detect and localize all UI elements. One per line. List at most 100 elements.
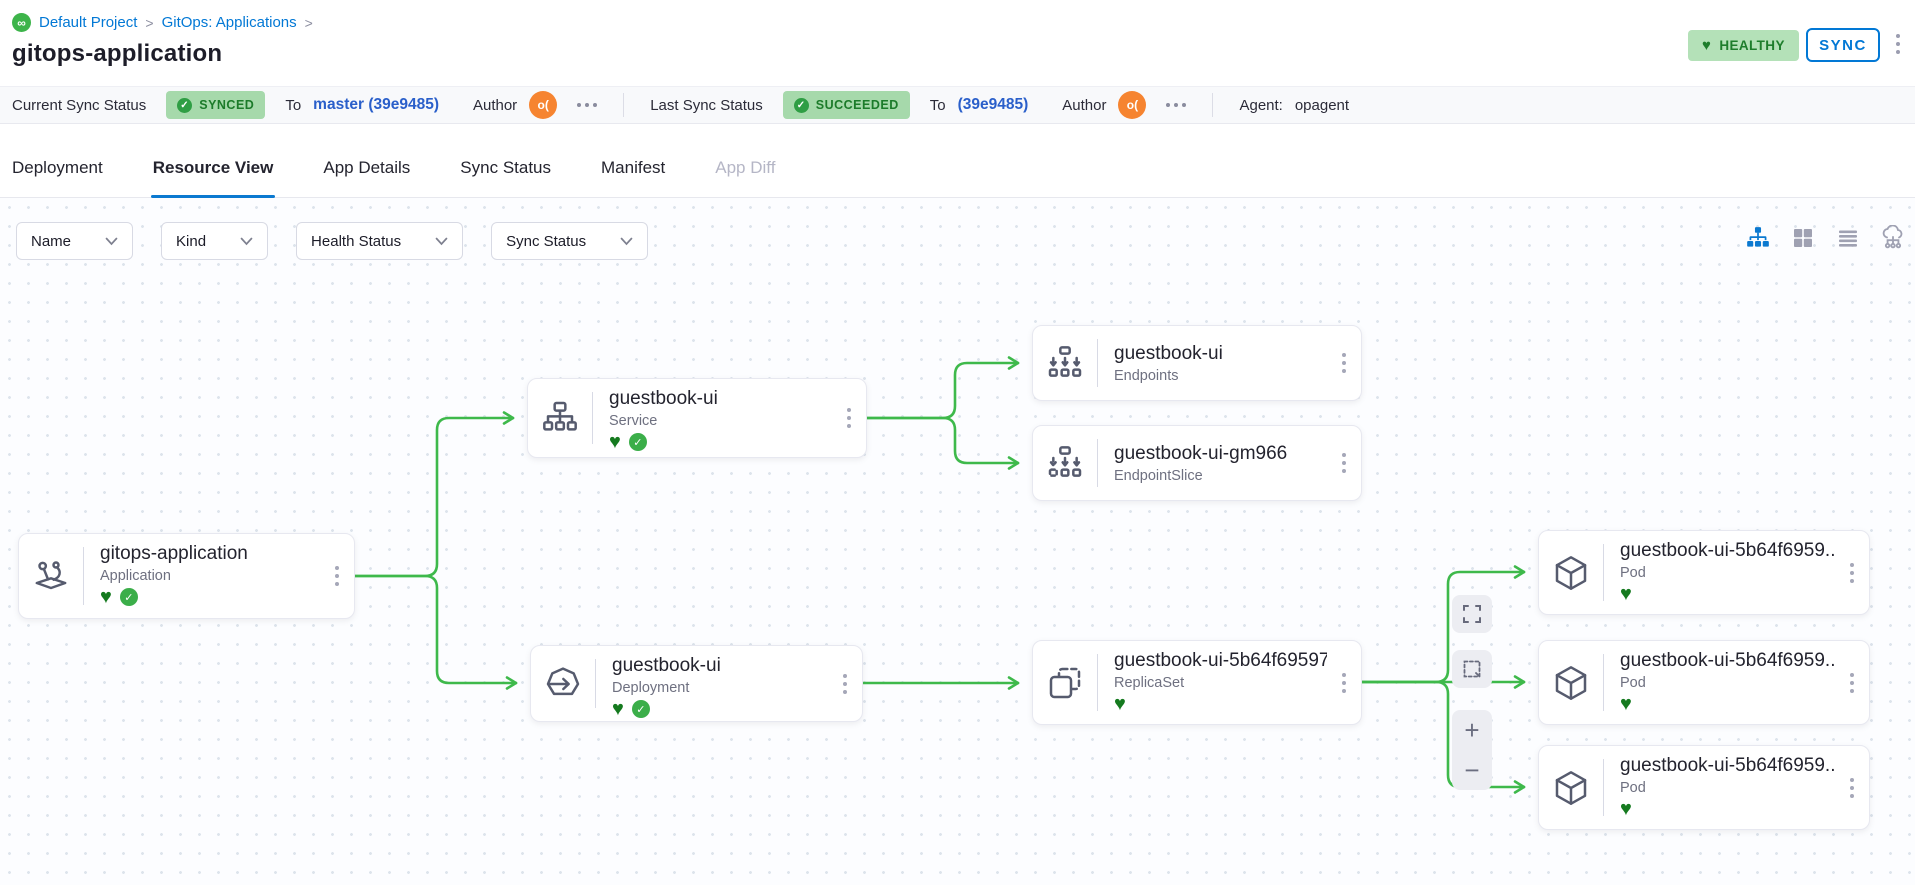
page-title: gitops-application xyxy=(12,40,222,68)
healthy-heart-icon: ♥ xyxy=(1620,584,1632,604)
author-label: Author xyxy=(473,97,517,114)
pod-icon xyxy=(1539,746,1603,829)
resource-tree-canvas[interactable]: NameKindHealth StatusSync Status gitops-… xyxy=(0,198,1915,885)
pod-icon xyxy=(1539,641,1603,724)
node-status-icons: ♥ xyxy=(1620,584,1835,604)
node-more-options-icon[interactable] xyxy=(320,534,354,618)
node-status-icons: ♥✓ xyxy=(612,699,828,719)
healthy-heart-icon: ♥ xyxy=(612,699,624,719)
node-kind: Pod xyxy=(1620,780,1835,796)
divider xyxy=(623,93,624,117)
heart-icon: ♥ xyxy=(1702,37,1711,54)
tree-view-icon[interactable] xyxy=(1744,224,1772,252)
node-title: guestbook-ui-5b64f6959... xyxy=(1620,540,1835,562)
node-kind: Deployment xyxy=(612,680,828,696)
chevron-down-icon xyxy=(435,237,448,246)
node-more-options-icon[interactable] xyxy=(1327,641,1361,724)
chevron-down-icon xyxy=(620,237,633,246)
healthy-heart-icon: ♥ xyxy=(100,587,112,607)
healthy-heart-icon: ♥ xyxy=(1620,799,1632,819)
fit-to-screen-button[interactable] xyxy=(1452,595,1492,633)
resource-node-pod-1[interactable]: guestbook-ui-5b64f6959... Pod ♥ xyxy=(1538,530,1870,615)
filter-kind-dropdown[interactable]: Kind xyxy=(161,222,268,260)
resource-node-pod-3[interactable]: guestbook-ui-5b64f6959... Pod ♥ xyxy=(1538,745,1870,830)
health-badge-label: HEALTHY xyxy=(1719,38,1785,53)
app-more-options-icon[interactable] xyxy=(1896,34,1900,54)
node-title: guestbook-ui xyxy=(1114,343,1327,365)
node-status-icons: ♥✓ xyxy=(609,432,832,452)
status-bar: Current Sync Status ✓ SYNCED To master (… xyxy=(0,86,1915,124)
node-kind: ReplicaSet xyxy=(1114,675,1327,691)
chevron-down-icon xyxy=(240,237,253,246)
breadcrumb-separator: > xyxy=(305,15,313,31)
node-more-options-icon[interactable] xyxy=(1835,531,1869,614)
node-title: guestbook-ui xyxy=(609,388,832,410)
current-revision-link[interactable]: master (39e9485) xyxy=(313,96,439,114)
node-title: guestbook-ui-5b64f6959... xyxy=(1620,650,1835,672)
marquee-select-button[interactable] xyxy=(1452,650,1492,688)
zoom-out-icon[interactable]: − xyxy=(1464,757,1479,783)
view-mode-switcher xyxy=(1744,224,1907,252)
resource-node-service[interactable]: guestbook-ui Service ♥✓ xyxy=(527,378,867,458)
healthy-heart-icon: ♥ xyxy=(1114,694,1126,714)
node-more-options-icon[interactable] xyxy=(1835,641,1869,724)
author-label: Author xyxy=(1062,97,1106,114)
endpointslice-icon xyxy=(1033,426,1097,500)
synced-check-icon: ✓ xyxy=(629,433,647,451)
resource-node-endpoints[interactable]: guestbook-uiEndpoints xyxy=(1032,325,1362,401)
tab-manifest[interactable]: Manifest xyxy=(601,138,665,198)
breadcrumb-applications-link[interactable]: GitOps: Applications xyxy=(162,14,297,31)
node-more-options-icon[interactable] xyxy=(832,379,866,457)
node-status-icons: ♥ xyxy=(1114,694,1327,714)
tab-sync-status[interactable]: Sync Status xyxy=(460,138,551,198)
gitops-application-page: ∞ Default Project > GitOps: Applications… xyxy=(0,0,1915,885)
breadcrumb-separator: > xyxy=(145,15,153,31)
divider xyxy=(1212,93,1213,117)
last-revision-link[interactable]: (39e9485) xyxy=(958,96,1029,114)
node-title: guestbook-ui-5b64f6959... xyxy=(1620,755,1835,777)
resource-node-replicaset[interactable]: guestbook-ui-5b64f69597ReplicaSet♥ xyxy=(1032,640,1362,725)
service-icon xyxy=(528,379,592,457)
last-sync-more-icon[interactable] xyxy=(1166,103,1186,107)
synced-check-icon: ✓ xyxy=(120,588,138,606)
health-status-badge: ♥ HEALTHY xyxy=(1688,30,1799,61)
application-icon xyxy=(19,534,83,618)
node-title: guestbook-ui xyxy=(612,655,828,677)
author-avatar: o( xyxy=(1118,91,1146,119)
synced-check-icon: ✓ xyxy=(632,700,650,718)
tab-app-diff: App Diff xyxy=(715,138,775,198)
tab-resource-view[interactable]: Resource View xyxy=(153,138,274,198)
pod-icon xyxy=(1539,531,1603,614)
node-more-options-icon[interactable] xyxy=(1835,746,1869,829)
resource-node-pod-2[interactable]: guestbook-ui-5b64f6959...Pod♥ xyxy=(1538,640,1870,725)
filter-sync-status-dropdown[interactable]: Sync Status xyxy=(491,222,648,260)
sync-button[interactable]: SYNC xyxy=(1806,28,1880,62)
tab-bar: Deployment Resource View App Details Sync S… xyxy=(0,124,1915,198)
node-more-options-icon[interactable] xyxy=(828,646,862,721)
list-view-icon[interactable] xyxy=(1834,224,1862,252)
current-sync-more-icon[interactable] xyxy=(577,103,597,107)
check-circle-icon: ✓ xyxy=(177,98,192,113)
filter-label: Health Status xyxy=(311,233,401,250)
tab-deployment[interactable]: Deployment xyxy=(12,138,103,198)
node-more-options-icon[interactable] xyxy=(1327,426,1361,500)
resource-node-application[interactable]: gitops-applicationApplication♥✓ xyxy=(18,533,355,619)
page-header: ∞ Default Project > GitOps: Applications… xyxy=(0,0,1915,86)
agent-value: opagent xyxy=(1295,97,1349,114)
breadcrumb: ∞ Default Project > GitOps: Applications… xyxy=(12,13,313,32)
node-kind: Pod xyxy=(1620,565,1835,581)
filter-label: Sync Status xyxy=(506,233,586,250)
cluster-view-icon[interactable] xyxy=(1879,224,1907,252)
grid-view-icon[interactable] xyxy=(1789,224,1817,252)
breadcrumb-project-link[interactable]: Default Project xyxy=(39,14,137,31)
chevron-down-icon xyxy=(105,237,118,246)
zoom-in-out-control[interactable]: + − xyxy=(1452,710,1492,790)
filter-health-status-dropdown[interactable]: Health Status xyxy=(296,222,463,260)
node-kind: Service xyxy=(609,413,832,429)
node-more-options-icon[interactable] xyxy=(1327,326,1361,400)
resource-node-endpointslice[interactable]: guestbook-ui-gm966EndpointSlice xyxy=(1032,425,1362,501)
filter-name-dropdown[interactable]: Name xyxy=(16,222,133,260)
tab-app-details[interactable]: App Details xyxy=(323,138,410,198)
zoom-in-icon[interactable]: + xyxy=(1464,717,1479,743)
resource-node-deployment[interactable]: guestbook-uiDeployment♥✓ xyxy=(530,645,863,722)
